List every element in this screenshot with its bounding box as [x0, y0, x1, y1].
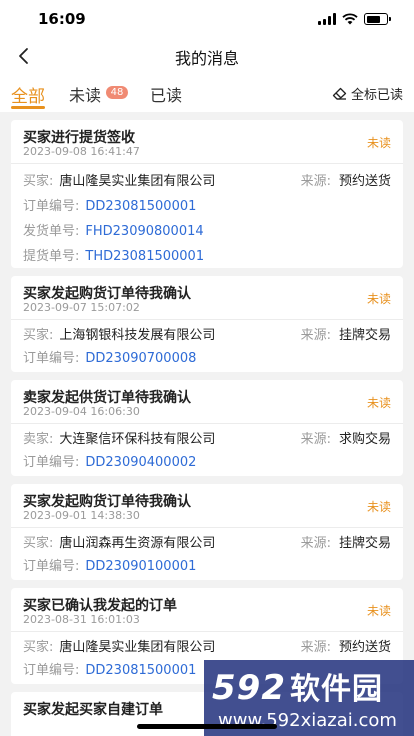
- active-tab-indicator: [11, 106, 45, 109]
- source-label: 来源:: [300, 640, 331, 655]
- source-value: 预约送货: [338, 640, 391, 655]
- order-number-row: 订单编号: DD23090700008: [23, 349, 196, 369]
- message-card[interactable]: 买家进行提货签收 2023-09-08 16:41:47 未读 买家: 唐山隆昊实…: [11, 120, 403, 268]
- message-card[interactable]: 买家发起购货订单待我确认 2023-09-07 15:07:02 未读 买家: 上…: [11, 276, 403, 372]
- party-name: 上海钢银科技发展有限公司: [59, 328, 216, 343]
- party-name: 大连聚信环保科技有限公司: [59, 432, 216, 447]
- tab-read[interactable]: 已读: [150, 82, 182, 106]
- pickup-number-row: 提货单号: THD23081500001: [23, 247, 204, 267]
- field-label: 订单编号:: [23, 199, 80, 214]
- message-status: 未读: [366, 292, 391, 306]
- party-label: 买家:: [23, 174, 54, 189]
- card-divider: [11, 423, 403, 424]
- message-time: 2023-09-07 15:07:02: [23, 301, 140, 314]
- party-row: 买家: 唐山隆昊实业集团有限公司: [23, 638, 215, 658]
- source-row: 来源: 求购交易: [301, 430, 391, 450]
- message-status: 未读: [366, 396, 391, 410]
- message-time: 2023-09-01 14:38:30: [23, 509, 140, 522]
- message-time: 2023-09-08 16:41:47: [23, 145, 140, 158]
- message-card[interactable]: 卖家发起供货订单待我确认 2023-09-04 16:06:30 未读 卖家: 大…: [11, 380, 403, 476]
- party-row: 卖家: 大连聚信环保科技有限公司: [23, 430, 215, 450]
- message-title: 买家发起购货订单待我确认: [23, 286, 191, 302]
- message-status: 未读: [366, 500, 391, 514]
- wifi-icon: [342, 13, 358, 25]
- card-divider: [11, 163, 403, 164]
- mark-all-read-button[interactable]: 全标已读: [332, 84, 403, 103]
- card-divider: [11, 631, 403, 632]
- order-number-link[interactable]: DD23090100001: [85, 559, 196, 574]
- status-time: 16:09: [38, 10, 86, 28]
- field-label: 提货单号:: [23, 249, 80, 264]
- home-indicator[interactable]: [137, 724, 277, 729]
- battery-icon: [364, 13, 391, 25]
- mark-all-read-label: 全标已读: [350, 88, 403, 103]
- order-number-link[interactable]: DD23081500001: [85, 663, 196, 678]
- source-row: 来源: 挂牌交易: [301, 534, 391, 554]
- field-label: 订单编号:: [23, 559, 80, 574]
- message-title: 买家进行提货签收: [23, 130, 135, 146]
- watermark-title: 592 软件园: [212, 664, 383, 708]
- source-row: 来源: 预约送货: [301, 638, 391, 658]
- message-card[interactable]: 买家发起购货订单待我确认 2023-09-01 14:38:30 未读 买家: 唐…: [11, 484, 403, 580]
- party-name: 唐山隆昊实业集团有限公司: [59, 640, 216, 655]
- unread-count-badge: 48: [106, 86, 128, 99]
- cellular-signal-icon: [318, 13, 336, 25]
- source-label: 来源:: [300, 432, 331, 447]
- source-value: 挂牌交易: [338, 328, 391, 343]
- message-status: 未读: [366, 136, 391, 150]
- order-number-link[interactable]: DD23090700008: [85, 351, 196, 366]
- status-bar: 16:09: [0, 0, 414, 38]
- source-value: 预约送货: [338, 174, 391, 189]
- order-number-row: 订单编号: DD23090400002: [23, 453, 196, 473]
- order-number-row: 订单编号: DD23081500001: [23, 661, 196, 681]
- order-number-link[interactable]: DD23090400002: [85, 455, 196, 470]
- source-row: 来源: 挂牌交易: [301, 326, 391, 346]
- message-time: 2023-08-31 16:01:03: [23, 613, 140, 626]
- nav-bar: 我的消息: [0, 38, 414, 74]
- tab-unread[interactable]: 未读: [69, 82, 101, 106]
- message-status: 未读: [366, 604, 391, 618]
- pickup-number-link[interactable]: THD23081500001: [85, 249, 204, 264]
- party-name: 唐山润森再生资源有限公司: [59, 536, 216, 551]
- source-value: 挂牌交易: [338, 536, 391, 551]
- message-time: 2023-09-04 16:06:30: [23, 405, 140, 418]
- field-label: 订单编号:: [23, 351, 80, 366]
- filter-tabs: 全部 未读 48 已读 全标已读: [0, 74, 414, 112]
- watermark-number: 592: [212, 668, 286, 708]
- source-label: 来源:: [300, 328, 331, 343]
- source-row: 来源: 预约送货: [301, 172, 391, 192]
- party-label: 买家:: [23, 536, 54, 551]
- source-label: 来源:: [300, 536, 331, 551]
- party-row: 买家: 上海钢银科技发展有限公司: [23, 326, 215, 346]
- party-row: 买家: 唐山润森再生资源有限公司: [23, 534, 215, 554]
- tab-all[interactable]: 全部: [11, 82, 45, 107]
- order-number-row: 订单编号: DD23081500001: [23, 197, 196, 217]
- field-label: 发货单号:: [23, 224, 80, 239]
- delivery-number-row: 发货单号: FHD23090800014: [23, 222, 204, 242]
- message-list: 买家进行提货签收 2023-09-08 16:41:47 未读 买家: 唐山隆昊实…: [0, 112, 414, 736]
- message-title: 买家已确认我发起的订单: [23, 598, 177, 614]
- order-number-link[interactable]: DD23081500001: [85, 199, 196, 214]
- eraser-icon: [332, 87, 347, 100]
- field-label: 订单编号:: [23, 455, 80, 470]
- delivery-number-link[interactable]: FHD23090800014: [85, 224, 203, 239]
- party-row: 买家: 唐山隆昊实业集团有限公司: [23, 172, 215, 192]
- party-name: 唐山隆昊实业集团有限公司: [59, 174, 216, 189]
- message-title: 买家发起买家自建订单: [23, 702, 163, 718]
- status-icons: [318, 12, 391, 26]
- watermark-brand: 软件园: [289, 672, 383, 707]
- page-title: 我的消息: [174, 49, 239, 68]
- party-label: 买家:: [23, 640, 54, 655]
- party-label: 买家:: [23, 328, 54, 343]
- order-number-row: 订单编号: DD23090100001: [23, 557, 196, 577]
- card-divider: [11, 527, 403, 528]
- card-divider: [11, 319, 403, 320]
- message-title: 买家发起购货订单待我确认: [23, 494, 191, 510]
- party-label: 卖家:: [23, 432, 54, 447]
- source-value: 求购交易: [338, 432, 391, 447]
- message-title: 卖家发起供货订单待我确认: [23, 390, 191, 406]
- field-label: 订单编号:: [23, 663, 80, 678]
- source-label: 来源:: [300, 174, 331, 189]
